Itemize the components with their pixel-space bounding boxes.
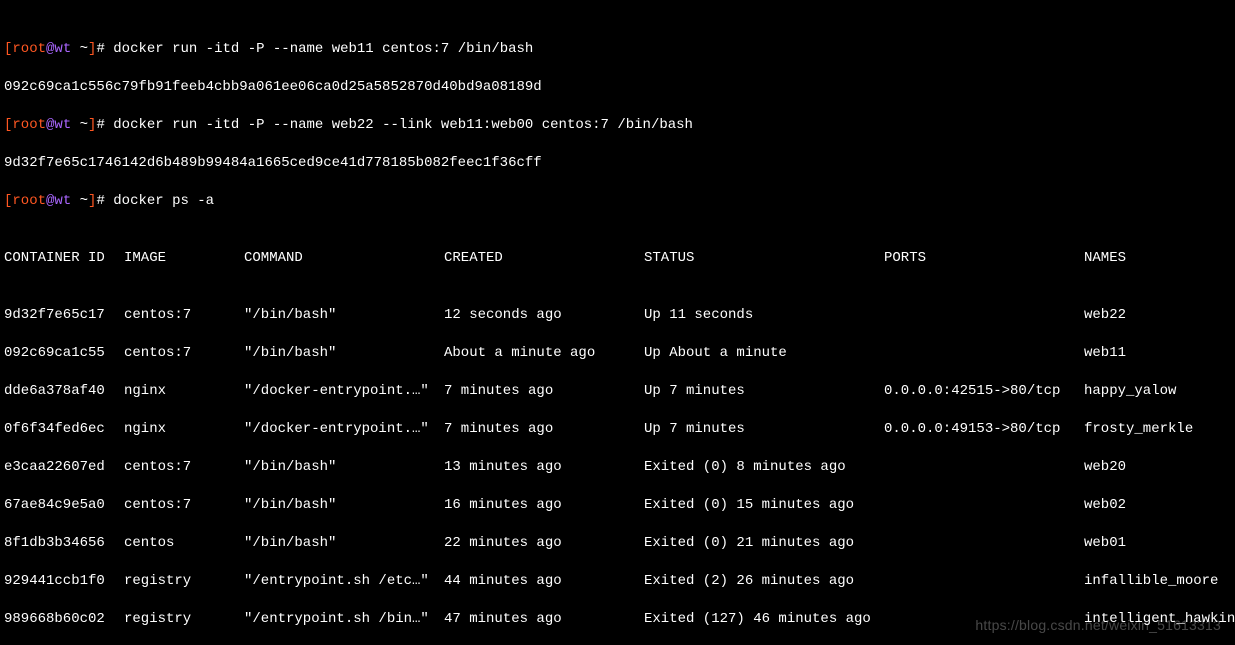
- col-created: CREATED: [444, 249, 644, 268]
- command-3: docker ps -a: [113, 193, 214, 209]
- table-row: 092c69ca1c55centos:7"/bin/bash"About a m…: [4, 344, 1231, 363]
- prompt-hash: #: [96, 41, 113, 57]
- prompt-line-3: [root@wt ~]# docker ps -a: [4, 192, 1231, 211]
- table-row: 67ae84c9e5a0centos:7"/bin/bash"16 minute…: [4, 496, 1231, 515]
- prompt-line-2: [root@wt ~]# docker run -itd -P --name w…: [4, 116, 1231, 135]
- prompt-line-1: [root@wt ~]# docker run -itd -P --name w…: [4, 40, 1231, 59]
- prompt-user: root: [12, 41, 46, 57]
- terminal[interactable]: [root@wt ~]# docker run -itd -P --name w…: [0, 0, 1235, 645]
- command-1: docker run -itd -P --name web11 centos:7…: [113, 41, 533, 57]
- col-ports: PORTS: [884, 249, 1084, 268]
- table-row: 0f6f34fed6ecnginx"/docker-entrypoint.…"7…: [4, 420, 1231, 439]
- col-status: STATUS: [644, 249, 884, 268]
- col-names: NAMES: [1084, 249, 1126, 268]
- table-row: e3caa22607edcentos:7"/bin/bash"13 minute…: [4, 458, 1231, 477]
- output-1: 092c69ca1c556c79fb91feeb4cbb9a061ee06ca0…: [4, 78, 1231, 97]
- output-2: 9d32f7e65c1746142d6b489b99484a1665ced9ce…: [4, 154, 1231, 173]
- table-row: 929441ccb1f0registry"/entrypoint.sh /etc…: [4, 572, 1231, 591]
- table-row: dde6a378af40nginx"/docker-entrypoint.…"7…: [4, 382, 1231, 401]
- col-container-id: CONTAINER ID: [4, 249, 124, 268]
- col-command: COMMAND: [244, 249, 444, 268]
- command-2: docker run -itd -P --name web22 --link w…: [113, 117, 693, 133]
- table-header: CONTAINER IDIMAGECOMMANDCREATEDSTATUSPOR…: [4, 249, 1231, 268]
- watermark: https://blog.csdn.net/weixin_51613313: [975, 616, 1221, 635]
- table-row: 9d32f7e65c17centos:7"/bin/bash"12 second…: [4, 306, 1231, 325]
- col-image: IMAGE: [124, 249, 244, 268]
- prompt-path: ~: [71, 41, 88, 57]
- table-row: 8f1db3b34656centos"/bin/bash"22 minutes …: [4, 534, 1231, 553]
- prompt-host: wt: [54, 41, 71, 57]
